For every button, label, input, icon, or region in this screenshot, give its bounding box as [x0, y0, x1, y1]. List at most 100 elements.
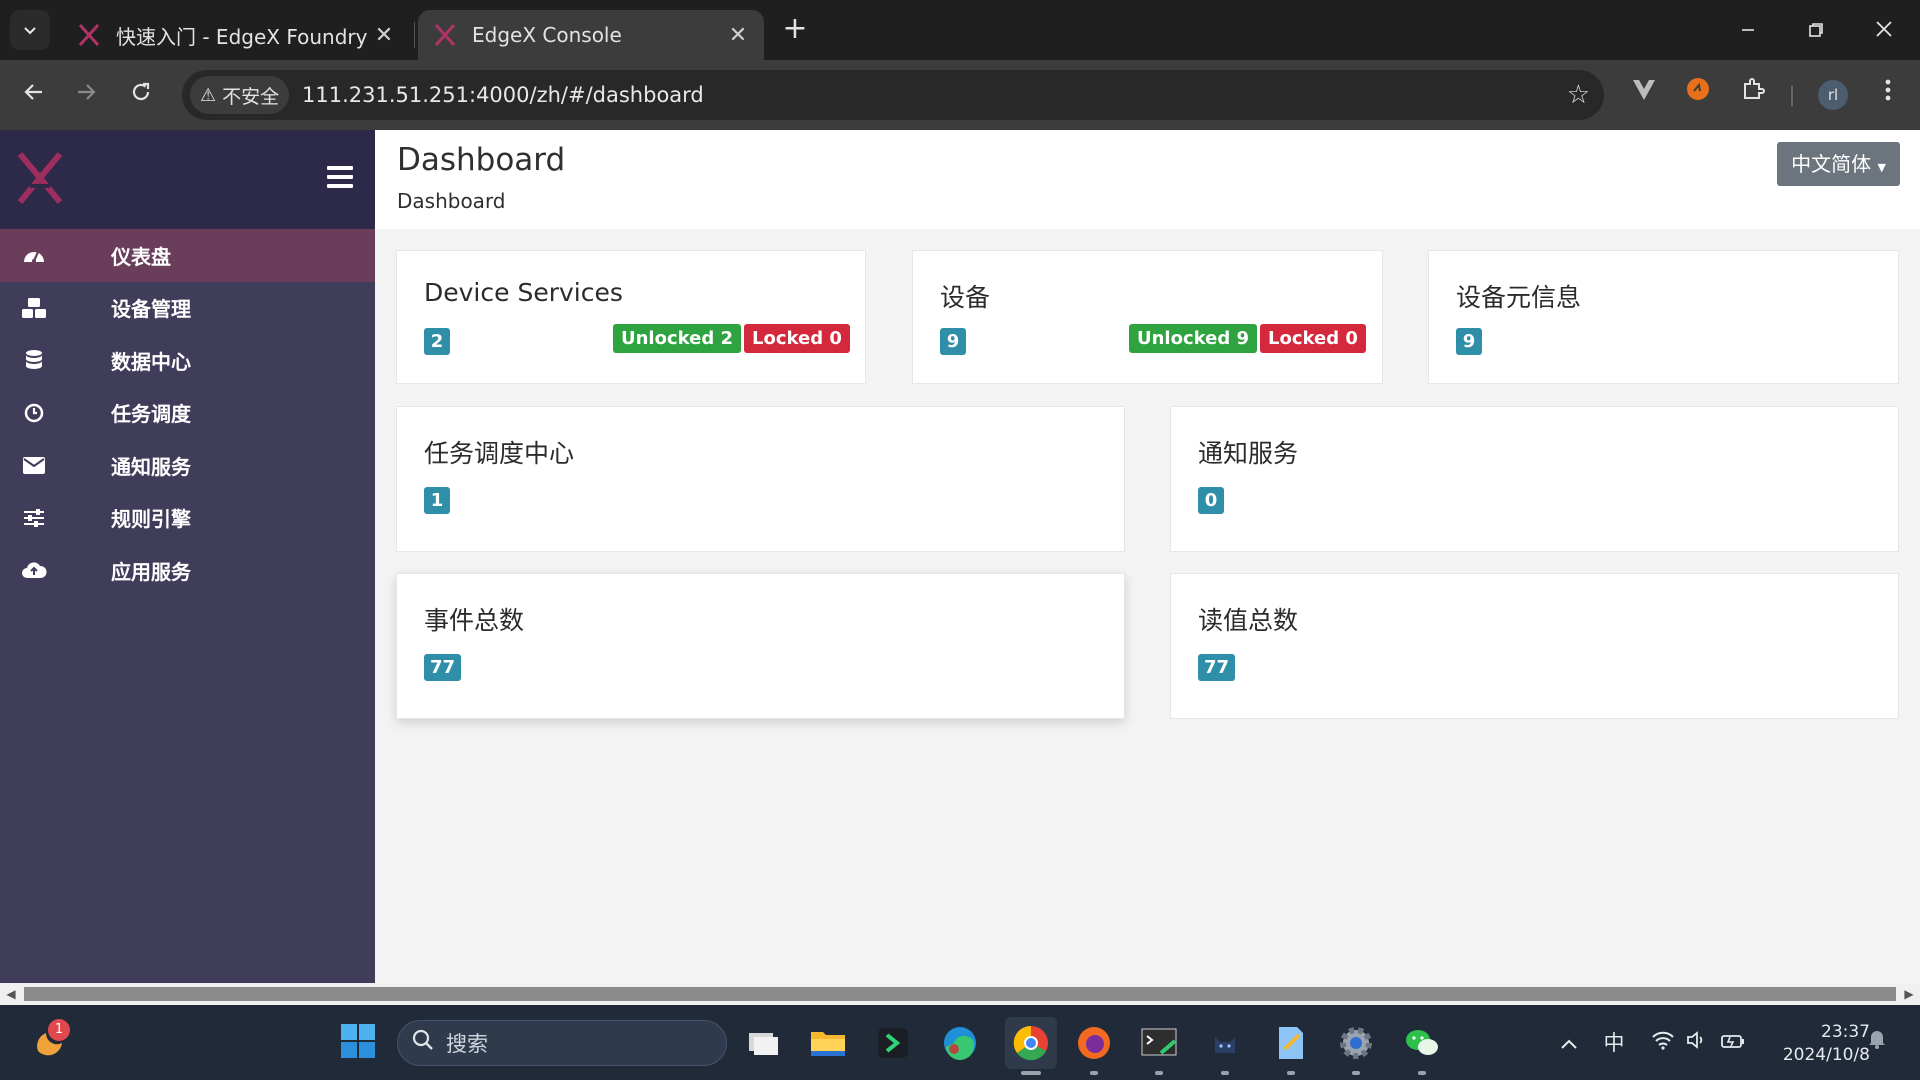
sidebar-item-label: 任务调度	[111, 402, 191, 427]
app-sidebar: 仪表盘 设备管理 数据中心 任务调度 通知服务 规则引擎 应用服务	[0, 130, 375, 983]
minimize-button[interactable]	[1720, 8, 1776, 52]
device-services-card[interactable]: Device Services 2 Unlocked 2 Locked 0	[396, 250, 866, 384]
page-title: Dashboard	[397, 142, 566, 178]
url-text[interactable]: 111.231.51.251:4000/zh/#/dashboard	[302, 70, 704, 120]
file-explorer-icon[interactable]	[808, 1023, 848, 1063]
chrome-browser-icon[interactable]	[1005, 1017, 1057, 1069]
profile-avatar[interactable]: rl	[1818, 80, 1848, 110]
close-tab-icon[interactable]: ✕	[372, 23, 396, 48]
sliders-icon	[20, 506, 48, 530]
edge-browser-icon[interactable]	[940, 1023, 980, 1063]
scheduler-card[interactable]: 任务调度中心 1	[396, 406, 1125, 552]
terminal-icon[interactable]	[1139, 1023, 1179, 1063]
locked-badge: Locked 0	[1260, 324, 1366, 353]
taskbar-search-input[interactable]: 搜索	[397, 1020, 727, 1066]
firefox-browser-icon[interactable]	[1074, 1023, 1114, 1063]
toolbar-divider	[1791, 86, 1793, 106]
arrow-left-icon	[24, 84, 42, 100]
sidebar-item-rules-engine[interactable]: 规则引擎	[0, 492, 375, 545]
new-tab-button[interactable]: +	[780, 12, 810, 48]
horizontal-scrollbar[interactable]: ◀ ▶	[0, 983, 1920, 1005]
forward-button[interactable]	[66, 75, 106, 115]
count-badge: 9	[940, 328, 966, 355]
extensions-puzzle-icon[interactable]	[1733, 75, 1773, 115]
search-placeholder: 搜索	[446, 1032, 488, 1056]
browser-menu-icon[interactable]	[1868, 75, 1908, 115]
menu-line	[327, 184, 353, 188]
warning-icon: ⚠	[200, 84, 217, 106]
clock-icon	[20, 401, 48, 425]
sidebar-item-data-center[interactable]: 数据中心	[0, 334, 375, 387]
browser-tab-docs[interactable]: 快速入门 - EdgeX Foundry 文档 ✕	[62, 10, 410, 60]
readings-card[interactable]: 读值总数 77	[1170, 573, 1899, 719]
bookmark-star-icon[interactable]: ☆	[1567, 70, 1590, 120]
wechat-icon[interactable]	[1402, 1023, 1442, 1063]
address-bar[interactable]: ⚠ 不安全 111.231.51.251:4000/zh/#/dashboard…	[182, 70, 1604, 120]
browser-tab-console[interactable]: EdgeX Console ✕	[418, 10, 764, 60]
close-tab-icon[interactable]: ✕	[726, 23, 750, 48]
tab-title: EdgeX Console	[472, 23, 622, 47]
count-badge: 2	[424, 328, 450, 355]
menu-line	[327, 175, 353, 179]
browser-toolbar: ⚠ 不安全 111.231.51.251:4000/zh/#/dashboard…	[0, 60, 1920, 130]
windows-taskbar: 1 搜索 中 23:37 2024/10/8	[0, 1005, 1920, 1080]
reload-icon	[132, 82, 150, 101]
vue-devtools-extension-icon[interactable]	[1624, 75, 1664, 115]
sidebar-toggle-button[interactable]	[327, 166, 353, 190]
count-badge: 9	[1456, 328, 1482, 355]
close-window-button[interactable]	[1856, 8, 1912, 52]
cat-app-icon[interactable]	[1205, 1023, 1245, 1063]
count-badge: 0	[1198, 487, 1224, 514]
reload-button[interactable]	[121, 75, 161, 115]
dashboard-icon	[20, 243, 48, 267]
arrow-right-icon	[78, 84, 96, 100]
sidebar-item-label: 数据中心	[111, 349, 191, 374]
sidebar-item-scheduler[interactable]: 任务调度	[0, 387, 375, 440]
device-profiles-card[interactable]: 设备元信息 9	[1428, 250, 1899, 384]
show-hidden-icons-chevron-icon[interactable]	[1554, 1025, 1584, 1061]
card-title: Device Services	[424, 278, 623, 307]
scroll-right-icon[interactable]: ▶	[1898, 983, 1920, 1005]
ime-indicator[interactable]: 中	[1599, 1025, 1629, 1061]
battery-icon[interactable]	[1718, 1025, 1748, 1061]
sidebar-item-label: 应用服务	[111, 559, 191, 584]
card-title: 设备元信息	[1456, 283, 1582, 312]
terminal-app-icon[interactable]	[873, 1023, 913, 1063]
active-app-indicator	[1021, 1071, 1041, 1075]
scroll-left-icon[interactable]: ◀	[0, 983, 22, 1005]
system-clock[interactable]: 23:37 2024/10/8	[1760, 1021, 1870, 1067]
cubes-icon	[20, 296, 48, 320]
card-title: 通知服务	[1198, 439, 1299, 468]
menu-line	[327, 166, 353, 170]
orange-extension-icon[interactable]	[1678, 75, 1718, 115]
running-app-indicator	[1287, 1071, 1295, 1075]
events-card[interactable]: 事件总数 77	[396, 573, 1125, 719]
sidebar-item-app-services[interactable]: 应用服务	[0, 544, 375, 597]
card-title: 读值总数	[1198, 606, 1299, 635]
tab-search-button[interactable]	[10, 10, 50, 50]
sidebar-item-notifications[interactable]: 通知服务	[0, 439, 375, 492]
task-view-icon[interactable]	[743, 1023, 783, 1063]
chevron-down-icon	[24, 27, 36, 35]
devices-card[interactable]: 设备 9 Unlocked 9 Locked 0	[912, 250, 1383, 384]
scrollbar-thumb[interactable]	[24, 987, 1896, 1001]
settings-gear-icon[interactable]	[1336, 1023, 1376, 1063]
language-dropdown-button[interactable]: 中文简体 ▼	[1777, 142, 1900, 186]
card-title: 任务调度中心	[424, 439, 575, 468]
volume-icon[interactable]	[1682, 1025, 1712, 1061]
clock-time: 23:37	[1821, 1022, 1870, 1042]
restore-button[interactable]	[1788, 8, 1844, 52]
windows-start-icon[interactable]	[340, 1023, 380, 1063]
main-content: Dashboard Dashboard 中文简体 ▼ Device Servic…	[375, 130, 1920, 983]
back-button[interactable]	[14, 75, 54, 115]
sidebar-item-dashboard[interactable]: 仪表盘	[0, 229, 375, 282]
site-security-chip[interactable]: ⚠ 不安全	[190, 76, 290, 114]
notifications-card[interactable]: 通知服务 0	[1170, 406, 1899, 552]
sidebar-item-device-management[interactable]: 设备管理	[0, 282, 375, 335]
database-icon	[20, 348, 48, 372]
sidebar-item-label: 设备管理	[111, 297, 191, 322]
notepad-icon[interactable]	[1271, 1023, 1311, 1063]
wifi-icon[interactable]	[1648, 1025, 1678, 1061]
envelope-icon	[20, 453, 48, 477]
notification-bell-icon[interactable]	[1862, 1025, 1892, 1061]
